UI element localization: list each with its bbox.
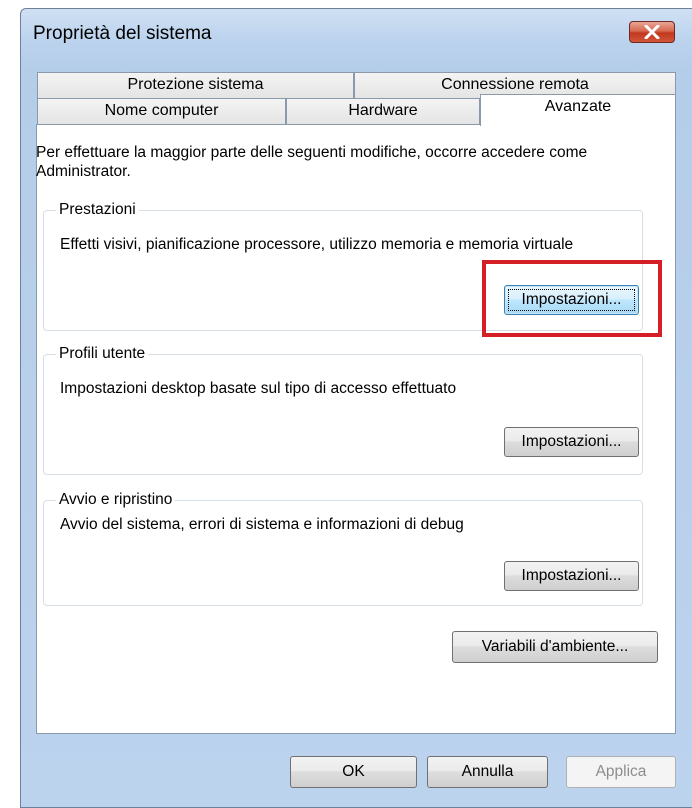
button-label: Annulla (461, 763, 514, 780)
group-description: Impostazioni desktop basate sul tipo di … (60, 380, 457, 397)
tab-label: Protezione sistema (127, 76, 264, 93)
window-title: Proprietà del sistema (33, 23, 212, 44)
tab-hardware[interactable]: Hardware (286, 98, 480, 125)
group-description: Avvio del sistema, errori di sistema e i… (60, 516, 464, 533)
apply-button[interactable]: Applica (566, 756, 676, 788)
group-title: Prestazioni (56, 201, 139, 219)
button-label: Impostazioni... (521, 433, 622, 450)
button-label: Impostazioni... (521, 567, 622, 584)
tab-label: Hardware (348, 102, 418, 119)
close-icon (644, 25, 660, 39)
button-label: Applica (595, 763, 647, 780)
ok-button[interactable]: OK (290, 756, 417, 788)
button-label: Variabili d'ambiente... (481, 638, 629, 655)
group-title: Profili utente (56, 345, 149, 363)
user-profiles-settings-button[interactable]: Impostazioni... (504, 427, 639, 457)
startup-recovery-settings-button[interactable]: Impostazioni... (504, 561, 639, 591)
title-bar[interactable]: Proprietà del sistema (21, 9, 692, 53)
tab-label: Connessione remota (441, 76, 589, 93)
cancel-button[interactable]: Annulla (427, 756, 548, 788)
highlight-box (482, 260, 662, 337)
intro-text: Per effettuare la maggior parte delle se… (36, 144, 588, 180)
tab-label: Avanzate (544, 98, 612, 115)
close-button[interactable] (629, 21, 675, 43)
tab-protezione-sistema[interactable]: Protezione sistema (37, 72, 354, 98)
environment-variables-button[interactable]: Variabili d'ambiente... (452, 631, 658, 663)
group-title: Avvio e ripristino (56, 491, 176, 509)
tab-avanzate[interactable]: Avanzate (480, 94, 676, 126)
group-description: Effetti visivi, pianificazione processor… (60, 236, 574, 253)
tab-nome-computer[interactable]: Nome computer (37, 98, 286, 125)
button-label: OK (342, 763, 365, 780)
tab-label: Nome computer (104, 102, 219, 119)
